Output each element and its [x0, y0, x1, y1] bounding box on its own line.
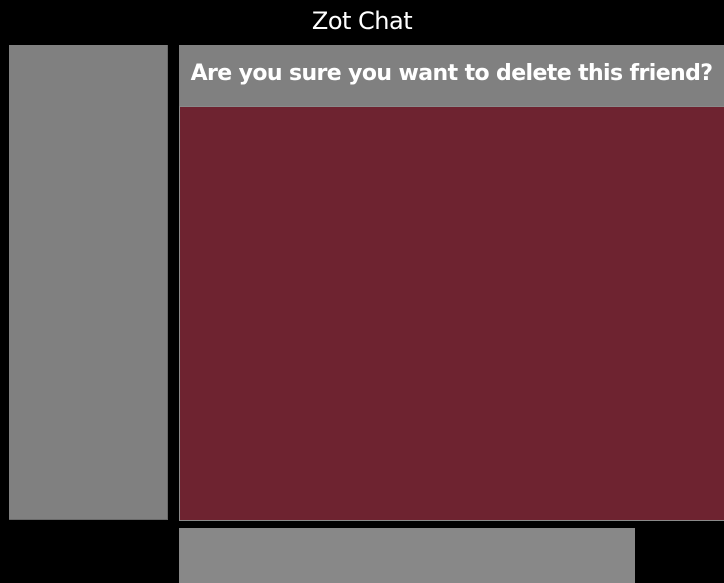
message-input-area[interactable] — [179, 528, 635, 583]
dialog-content-panel — [179, 106, 724, 521]
app-window: Zot Chat Are you sure you want to delete… — [0, 0, 724, 583]
delete-friend-prompt: Are you sure you want to delete this fri… — [179, 45, 724, 106]
app-title: Zot Chat — [311, 7, 413, 35]
friends-sidebar[interactable] — [9, 45, 168, 520]
